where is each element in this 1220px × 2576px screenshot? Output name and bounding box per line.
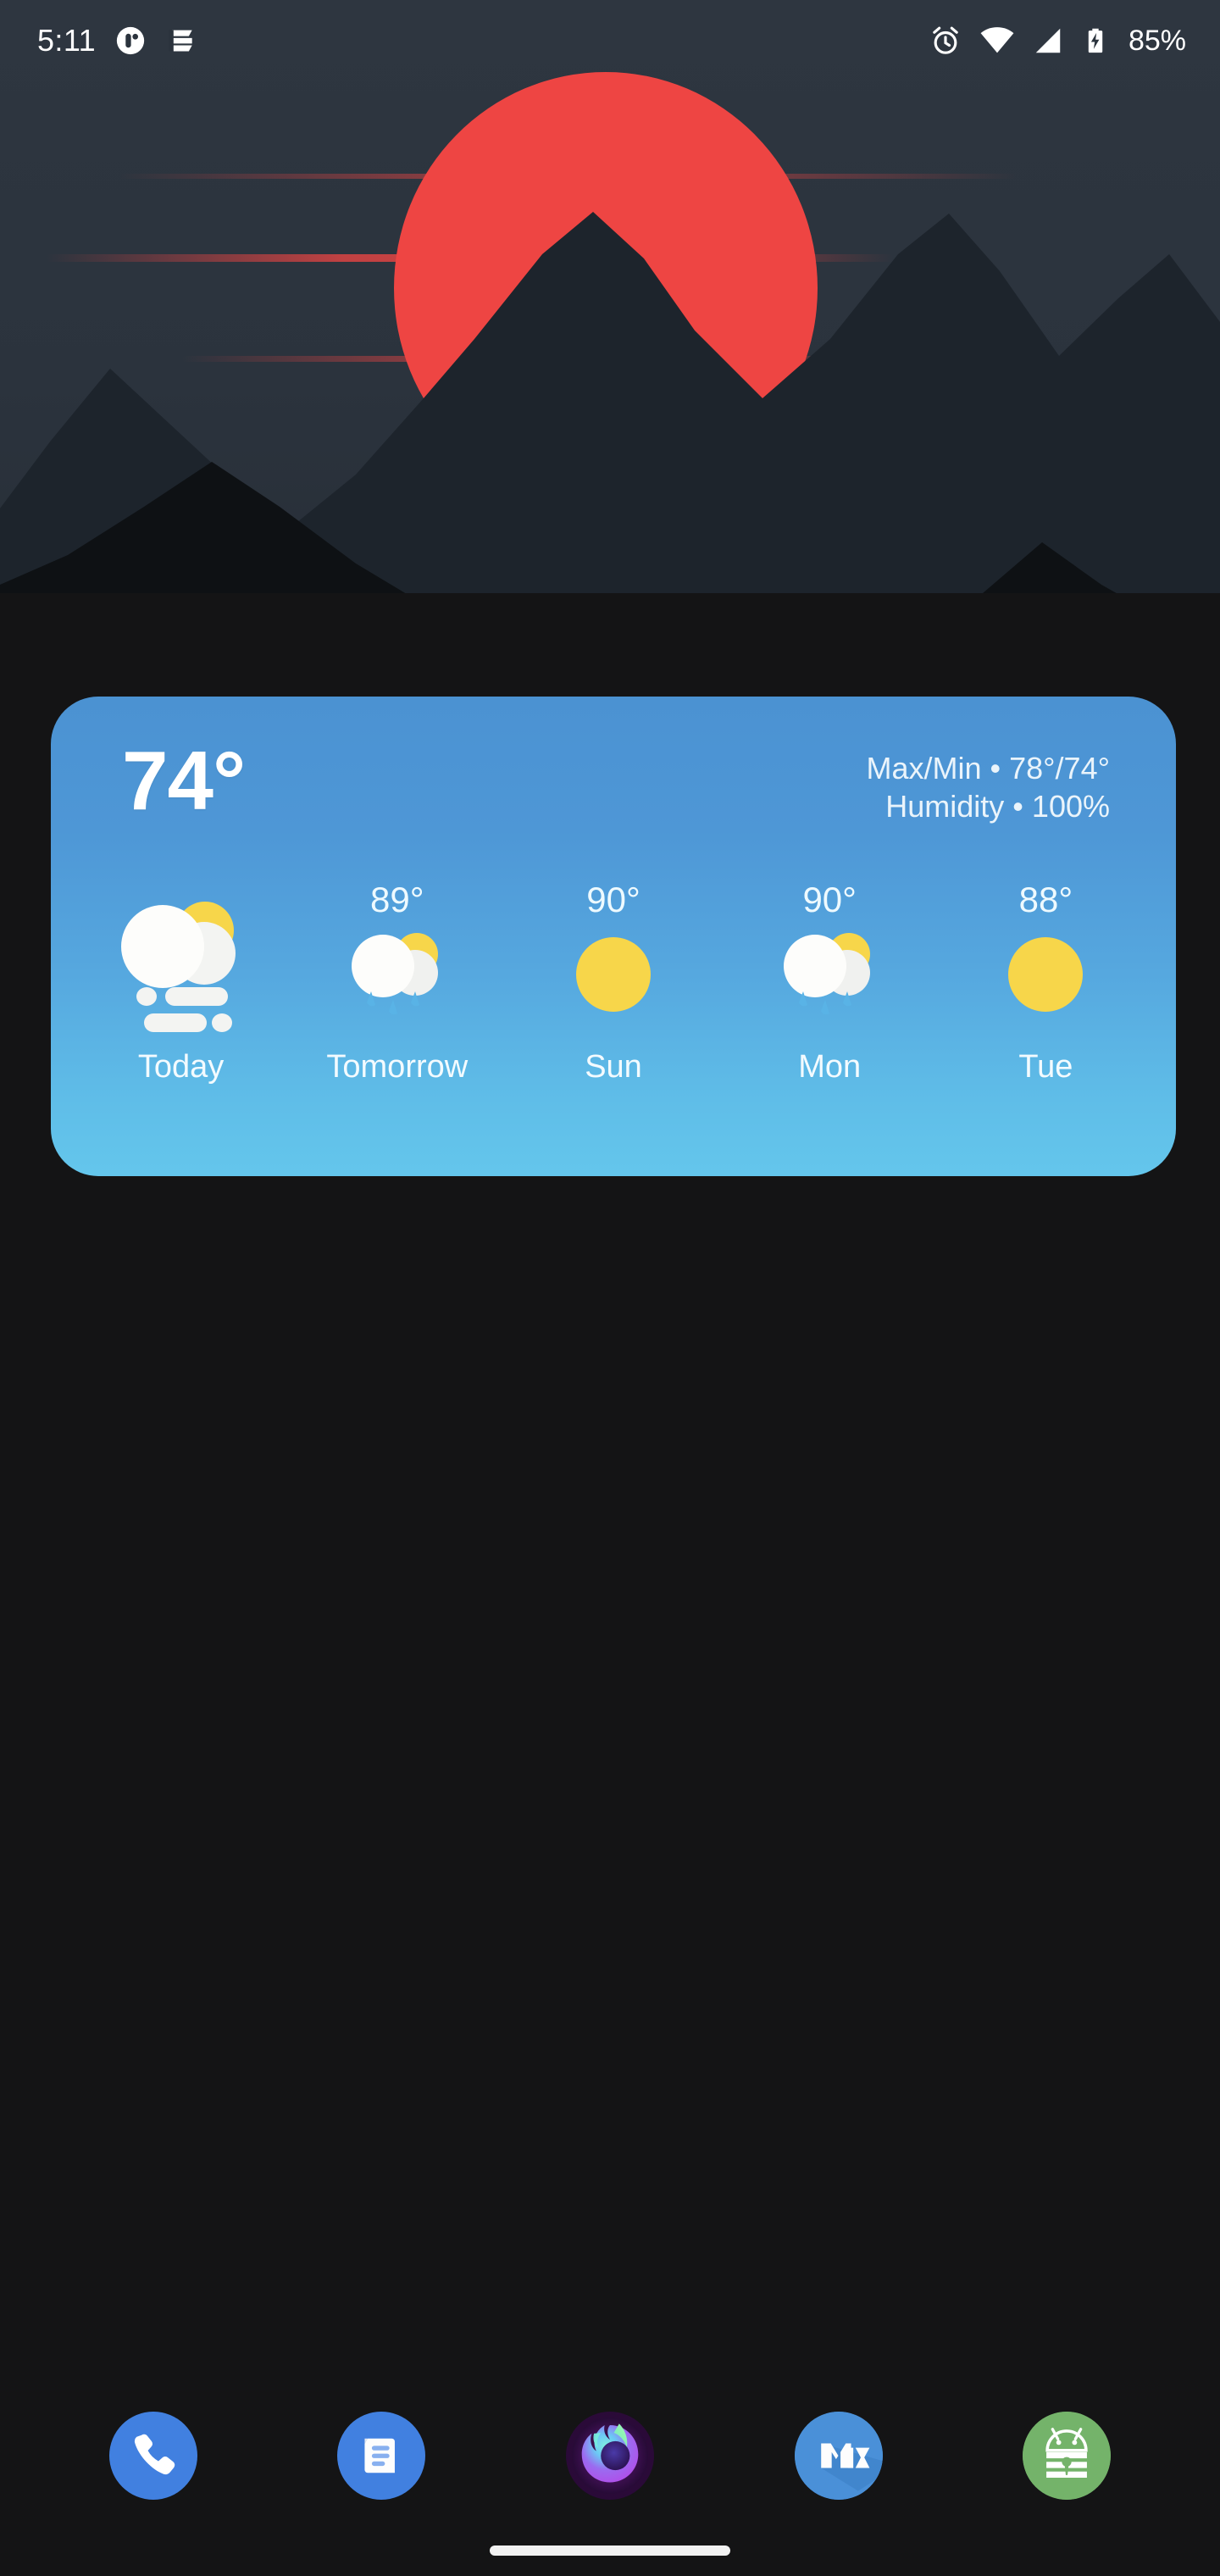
notification-dot-icon[interactable] — [114, 25, 147, 57]
status-clock: 5:11 — [37, 23, 96, 58]
forecast-day-label: Tomorrow — [326, 1049, 469, 1085]
max-min-label: Max/Min • 78°/74° — [866, 751, 1110, 786]
battery-percent-label: 85% — [1128, 25, 1186, 57]
dock-app-messages[interactable] — [337, 2412, 426, 2500]
sunny-icon — [990, 922, 1101, 1037]
dock — [0, 2405, 1220, 2507]
forecast-day-label: Tue — [1018, 1049, 1073, 1085]
alarm-icon — [933, 26, 958, 54]
phone-icon — [134, 2434, 175, 2475]
keepass-droid-icon — [1023, 2412, 1112, 2500]
weather-details: Max/Min • 78°/74° Humidity • 100% — [866, 749, 1110, 825]
weather-widget[interactable]: 74° Max/Min • 78°/74° Humidity • 100% To… — [51, 697, 1176, 1176]
mountain-range-front — [0, 462, 1220, 695]
messages-icon — [364, 2438, 396, 2473]
sunny-icon — [558, 922, 668, 1037]
forecast-day-label: Sun — [585, 1049, 642, 1085]
home-screen: 5:11 85% 74° Max/Min • 78°/74° Humidity … — [0, 0, 1220, 2576]
dock-app-keepassdroid[interactable] — [1023, 2412, 1112, 2500]
wifi-icon — [980, 27, 1014, 53]
weather-header: 74° Max/Min • 78°/74° Humidity • 100% — [51, 697, 1176, 849]
cloudy-sun-rain-icon — [342, 922, 452, 1037]
forecast-day-label: Today — [137, 1049, 225, 1085]
current-temperature: 74° — [122, 734, 246, 827]
cellular-signal-icon — [1035, 28, 1061, 53]
notification-lines-icon[interactable] — [165, 25, 197, 57]
wallpaper — [0, 0, 1220, 695]
battery-charging-icon — [1088, 28, 1103, 53]
dock-app-mix[interactable] — [794, 2412, 883, 2500]
forecast-temp: 89° — [370, 880, 424, 919]
forecast-item-sun[interactable]: 90° Sun — [505, 878, 721, 1083]
forecast-temp: 90° — [802, 880, 857, 919]
humidity-label: Humidity • 100% — [885, 789, 1110, 824]
dock-app-firefox[interactable] — [565, 2412, 654, 2500]
forecast-item-tomorrow[interactable]: 89° Tomorrow — [289, 878, 505, 1085]
status-bar-left: 5:11 — [37, 25, 197, 57]
mix-files-icon — [794, 2412, 883, 2500]
dock-app-phone[interactable] — [108, 2412, 197, 2500]
forecast-temp: 90° — [586, 880, 640, 919]
cloudy-sun-fog-icon — [109, 895, 253, 1037]
firefox-icon — [571, 2418, 648, 2494]
status-bar: 5:11 85% — [0, 0, 1220, 81]
status-bar-right: 85% — [929, 23, 1186, 58]
forecast-row: Today 89° Tomorrow 90° Sun 90° Mon 88° T… — [51, 851, 1176, 1083]
forecast-day-label: Mon — [798, 1049, 862, 1085]
forecast-temp: 88° — [1018, 880, 1073, 919]
cloudy-sun-rain-icon — [774, 922, 884, 1037]
forecast-item-today[interactable]: Today — [73, 851, 289, 1083]
forecast-item-tue[interactable]: 88° Tue — [938, 878, 1154, 1083]
home-gesture-pill[interactable] — [490, 2545, 730, 2556]
forecast-item-mon[interactable]: 90° Mon — [722, 878, 938, 1083]
